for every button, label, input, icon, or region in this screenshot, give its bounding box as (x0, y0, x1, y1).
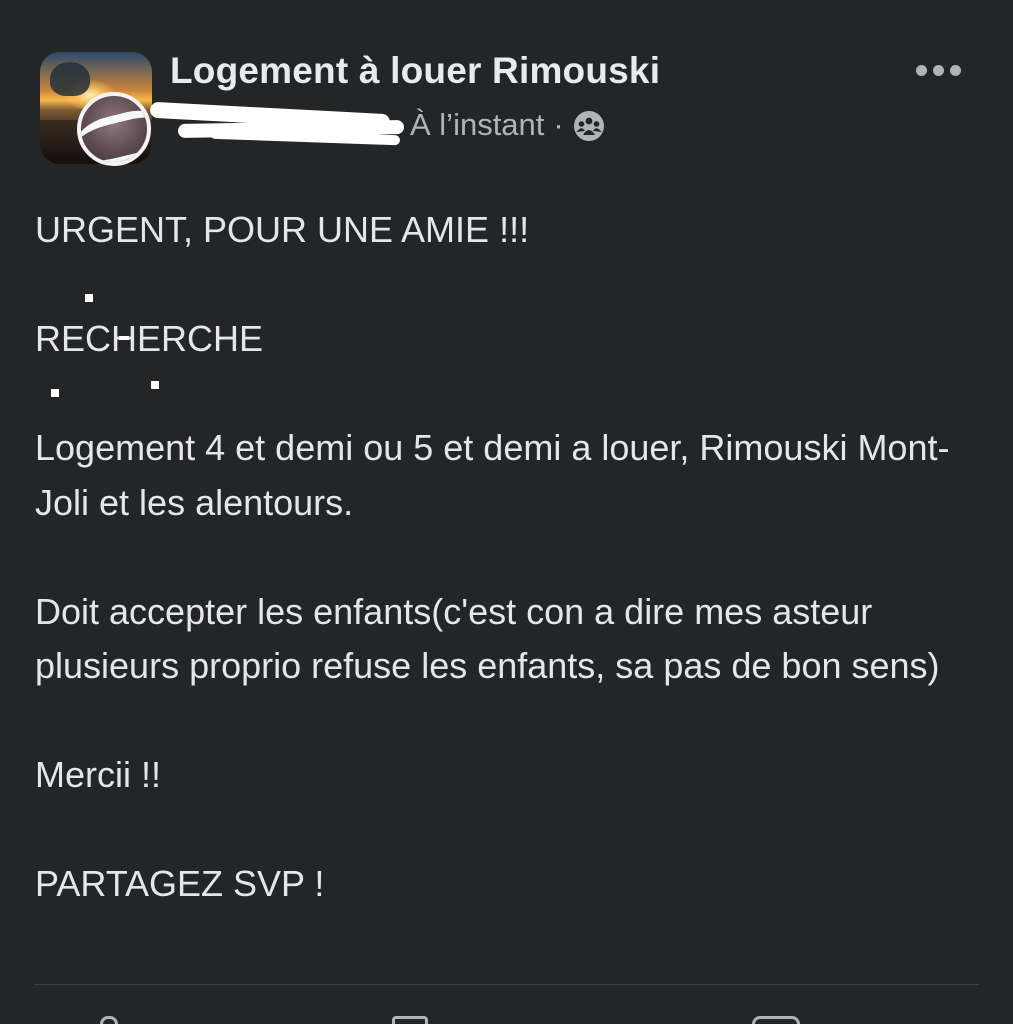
image-artifact (151, 381, 159, 389)
author-name-redaction (149, 101, 405, 146)
post-timestamp[interactable]: À l’instant (410, 107, 544, 143)
tree-silhouette (50, 62, 90, 96)
image-artifact (85, 294, 93, 302)
post-line-mercii: Mercii !! (35, 754, 161, 795)
share-button-edge[interactable] (752, 1016, 800, 1024)
group-name[interactable]: Logement à louer Rimouski (170, 50, 660, 92)
post-line-enfants: Doit accepter les enfants(c'est con a di… (35, 590, 940, 687)
image-artifact (51, 389, 59, 397)
post-line-urgent: URGENT, POUR UNE AMIE !!! (35, 209, 530, 250)
action-bar-divider (34, 984, 979, 985)
post-line-partagez: PARTAGEZ SVP ! (35, 863, 325, 904)
like-button-edge[interactable] (100, 1016, 118, 1024)
post-meta: À l’instant · (410, 107, 605, 143)
meta-separator: · (553, 107, 564, 142)
more-options-icon[interactable] (908, 50, 968, 90)
avatar-redaction-scribble (81, 103, 147, 162)
author-avatar[interactable] (77, 92, 151, 166)
image-artifact (119, 336, 129, 340)
group-audience-icon (573, 111, 604, 141)
post-line-recherche: RECHERCHE (35, 318, 264, 359)
post-line-logement: Logement 4 et demi ou 5 et demi a louer,… (35, 427, 950, 523)
comment-button-edge[interactable] (392, 1016, 428, 1024)
facebook-post: Logement à louer Rimouski À l’instant · … (0, 0, 1013, 1024)
post-body: URGENT, POUR UNE AMIE !!! RECHERCHE Loge… (35, 203, 990, 912)
